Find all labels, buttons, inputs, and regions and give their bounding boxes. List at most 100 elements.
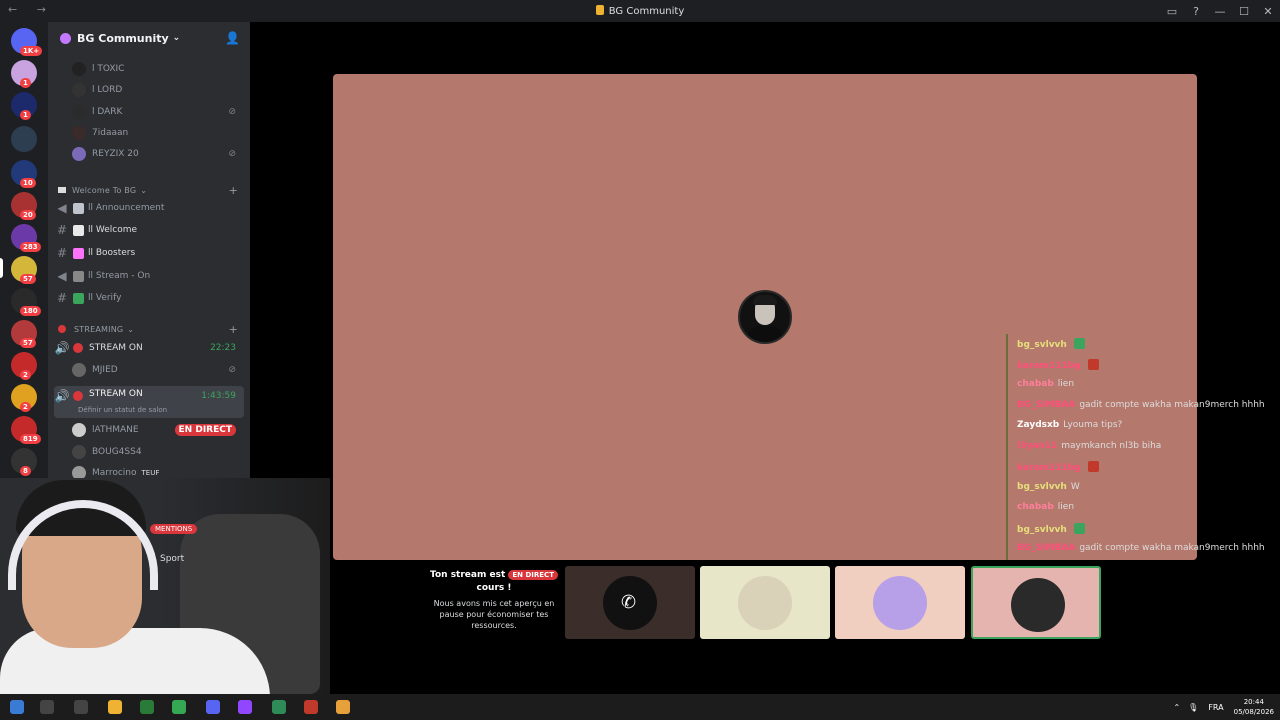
channel-status[interactable]: Définir un statut de salon	[78, 406, 167, 414]
guild-name: BG Community	[77, 31, 169, 45]
notification-badge: 283	[20, 242, 41, 252]
minimize-button[interactable]: —	[1208, 5, 1232, 18]
participant-tile[interactable]	[971, 566, 1101, 639]
twitch-icon[interactable]	[238, 700, 252, 714]
mute-icon: ⊘	[228, 365, 236, 375]
channel-type-icon: ◀	[57, 201, 67, 215]
channel-item[interactable]: # ll Boosters	[54, 243, 244, 263]
mute-icon: ⊘	[228, 107, 236, 117]
add-channel-icon[interactable]: +	[229, 323, 238, 336]
language-indicator[interactable]: FRA	[1208, 703, 1223, 712]
add-channel-icon[interactable]: +	[229, 184, 238, 197]
voice-member[interactable]: l TOXIC	[72, 59, 244, 79]
chat-message: chabab lien	[1017, 379, 1074, 389]
voice-channel-stream-on-2[interactable]: 🔊 STREAM ON 1:43:59 Définir un statut de…	[54, 386, 244, 418]
category-welcome[interactable]: Welcome To BG ⌄ +	[58, 182, 244, 198]
member-name: REYZIX 20	[92, 149, 139, 159]
chat-username: karam111bg	[1017, 360, 1081, 371]
channel-item[interactable]: # ll Verify	[54, 288, 244, 308]
voice-member[interactable]: 7idaaan	[72, 123, 244, 143]
explorer-icon[interactable]	[108, 700, 122, 714]
notice-title: Ton stream est	[430, 570, 506, 580]
app-icon[interactable]	[140, 700, 154, 714]
category-welcome-label: Welcome To BG	[72, 185, 137, 195]
voice-channel-stream-on-1[interactable]: 🔊 STREAM ON 22:23	[54, 338, 244, 358]
clock[interactable]: 20:44 05/08/2026	[1234, 697, 1274, 717]
channel-item[interactable]: ◀ ll Stream - On	[54, 266, 244, 286]
server-icon[interactable]	[11, 126, 37, 152]
guild-icon	[60, 32, 71, 44]
category-streaming[interactable]: STREAMING ⌄ +	[58, 321, 244, 337]
chat-username: bg_svlvvh	[1017, 524, 1067, 535]
shirt	[0, 628, 270, 694]
invite-icon[interactable]: 👤	[225, 31, 240, 45]
chat-username: BG_SIMBAA	[1017, 543, 1076, 553]
category-streaming-label: STREAMING	[74, 324, 124, 334]
emote-icon	[1087, 358, 1099, 370]
channel-item[interactable]: ◀ ll Announcement	[54, 198, 244, 218]
member-name: lATHMANE	[92, 425, 139, 435]
stream-paused-notice: Ton stream est EN DIRECT cours ! Nous avo…	[430, 569, 558, 631]
voice-member[interactable]: l DARK ⊘	[72, 102, 244, 122]
chrome-icon[interactable]	[172, 700, 186, 714]
discord-icon[interactable]	[206, 700, 220, 714]
app-icon[interactable]	[272, 700, 286, 714]
chat-text: lien	[1057, 502, 1075, 512]
search-icon[interactable]	[40, 700, 54, 714]
emote-icon	[1073, 338, 1085, 349]
voice-member[interactable]: BOUG4SS4	[72, 442, 244, 462]
channel-name: ll Stream - On	[88, 271, 151, 281]
red-dot-icon	[73, 391, 83, 401]
live-badge: EN DIRECT	[174, 424, 236, 436]
taskbar: ⌃ 🎙 FRA 20:44 05/08/2026	[0, 694, 1280, 720]
chrome-icon[interactable]	[336, 700, 350, 714]
voice-member[interactable]: lATHMANE EN DIRECT	[72, 420, 244, 440]
system-tray: ⌃ 🎙 FRA 20:44 05/08/2026	[1173, 697, 1274, 717]
server-icon	[595, 5, 604, 15]
chat-overlay: bg_svlvvh karam111bg chabab lien BG_SIMBAA ga…	[1006, 334, 1280, 560]
participant-tile[interactable]	[835, 566, 965, 639]
maximize-button[interactable]: ☐	[1232, 5, 1256, 18]
participant-tile[interactable]: ✆	[565, 566, 695, 639]
mic-icon[interactable]: 🎙	[1188, 703, 1198, 712]
chat-text: maymkanch nl3b biha	[1061, 440, 1162, 451]
app-icon[interactable]	[304, 700, 318, 714]
chat-username: l3yan11	[1017, 440, 1058, 451]
channel-name: ll Verify	[88, 293, 122, 303]
chevron-up-icon[interactable]: ⌃	[1173, 703, 1180, 712]
avatar	[72, 445, 86, 459]
mentions-badge[interactable]: MENTIONS	[150, 524, 198, 534]
notification-badge: 8	[20, 466, 31, 476]
channel-item[interactable]: # ll Welcome	[54, 220, 244, 240]
selected-indicator	[0, 258, 3, 278]
participant-tile[interactable]	[700, 566, 830, 639]
task-view-icon[interactable]	[74, 700, 88, 714]
chat-text: gadit compte wakha makan9merch hhhh	[1079, 399, 1265, 410]
voice-channel-name: STREAM ON	[89, 389, 143, 399]
chat-username: chabab	[1017, 379, 1054, 389]
voice-timer: 22:23	[210, 343, 236, 353]
chat-message: karam111bg	[1017, 461, 1099, 473]
red-dot-icon	[73, 343, 83, 353]
help-icon[interactable]: ?	[1184, 5, 1208, 18]
guild-header[interactable]: BG Community ⌄ 👤	[48, 22, 250, 54]
emote-icon	[1073, 522, 1085, 534]
close-button[interactable]: ✕	[1256, 5, 1280, 18]
emote-icon	[1087, 461, 1099, 472]
window-title-text: BG Community	[608, 6, 685, 17]
chat-username: Zaydsxb	[1017, 420, 1060, 430]
notification-badge: 10	[20, 178, 36, 188]
inbox-icon[interactable]: ▭	[1160, 5, 1184, 18]
channel-emoji-icon	[73, 202, 84, 214]
sport-channel[interactable]: Sport	[160, 554, 184, 564]
chat-message: bg_svlvvh	[1017, 338, 1085, 350]
voice-member[interactable]: REYZIX 20 ⊘	[72, 144, 244, 164]
avatar	[72, 423, 86, 437]
voice-member[interactable]: l LORD	[72, 80, 244, 100]
avatar	[72, 147, 86, 161]
start-icon[interactable]	[10, 700, 24, 714]
voice-member[interactable]: MJIED ⊘	[72, 360, 244, 380]
chat-text: gadit compte wakha makan9merch hhhh	[1079, 543, 1265, 553]
chat-message: l3yan11 maymkanch nl3b biha	[1017, 441, 1161, 451]
flag-icon	[58, 187, 66, 193]
